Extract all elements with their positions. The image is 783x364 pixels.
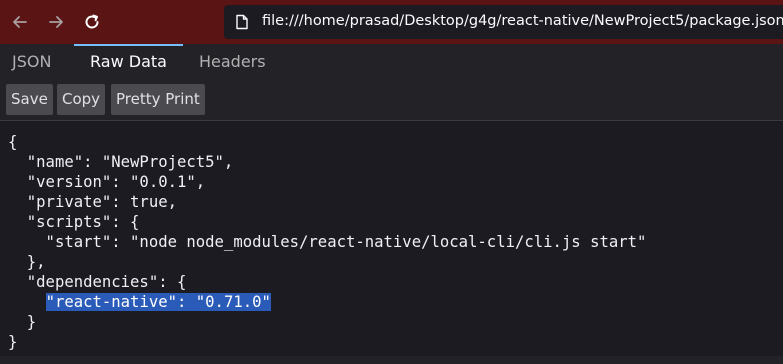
json-line: "dependencies": { xyxy=(8,273,187,291)
url-text[interactable]: file:///home/prasad/Desktop/g4g/react-na… xyxy=(262,13,783,29)
viewer-tabs: JSON Raw Data Headers xyxy=(0,44,783,79)
reload-button[interactable] xyxy=(78,8,106,36)
json-line: "scripts": { xyxy=(8,213,140,231)
raw-data-toolbar: Save Copy Pretty Print xyxy=(0,79,783,121)
selected-text: "react-native": "0.71.0" xyxy=(45,293,271,311)
tab-json[interactable]: JSON xyxy=(0,44,63,79)
json-line: { xyxy=(8,133,18,151)
bottom-edge xyxy=(0,356,783,364)
reload-icon xyxy=(85,14,99,29)
json-line: } xyxy=(8,313,37,331)
forward-arrow-icon xyxy=(49,16,63,28)
json-line: "version": "0.0.1", xyxy=(8,173,206,191)
file-icon xyxy=(236,14,248,30)
browser-toolbar: file:///home/prasad/Desktop/g4g/react-na… xyxy=(0,0,783,44)
raw-json-view[interactable]: { "name": "NewProject5", "version": "0.0… xyxy=(0,130,783,355)
active-tab-indicator xyxy=(74,44,183,46)
pretty-print-button[interactable]: Pretty Print xyxy=(111,84,205,115)
json-line: "private": true, xyxy=(8,193,177,211)
url-bar[interactable]: file:///home/prasad/Desktop/g4g/react-na… xyxy=(224,5,783,39)
copy-button[interactable]: Copy xyxy=(57,84,106,115)
json-line: "name": "NewProject5", xyxy=(8,153,234,171)
json-line-selected: "react-native": "0.71.0" xyxy=(8,292,271,312)
json-line: } xyxy=(8,333,18,351)
forward-button[interactable] xyxy=(42,8,70,36)
tab-headers[interactable]: Headers xyxy=(187,44,278,79)
json-line: }, xyxy=(8,253,46,271)
json-line: "start": "node node_modules/react-native… xyxy=(8,233,647,251)
save-button[interactable]: Save xyxy=(6,84,53,115)
back-arrow-icon xyxy=(13,16,27,28)
back-button[interactable] xyxy=(6,8,34,36)
selected-indent xyxy=(8,293,46,311)
tab-raw-data[interactable]: Raw Data xyxy=(78,44,179,79)
